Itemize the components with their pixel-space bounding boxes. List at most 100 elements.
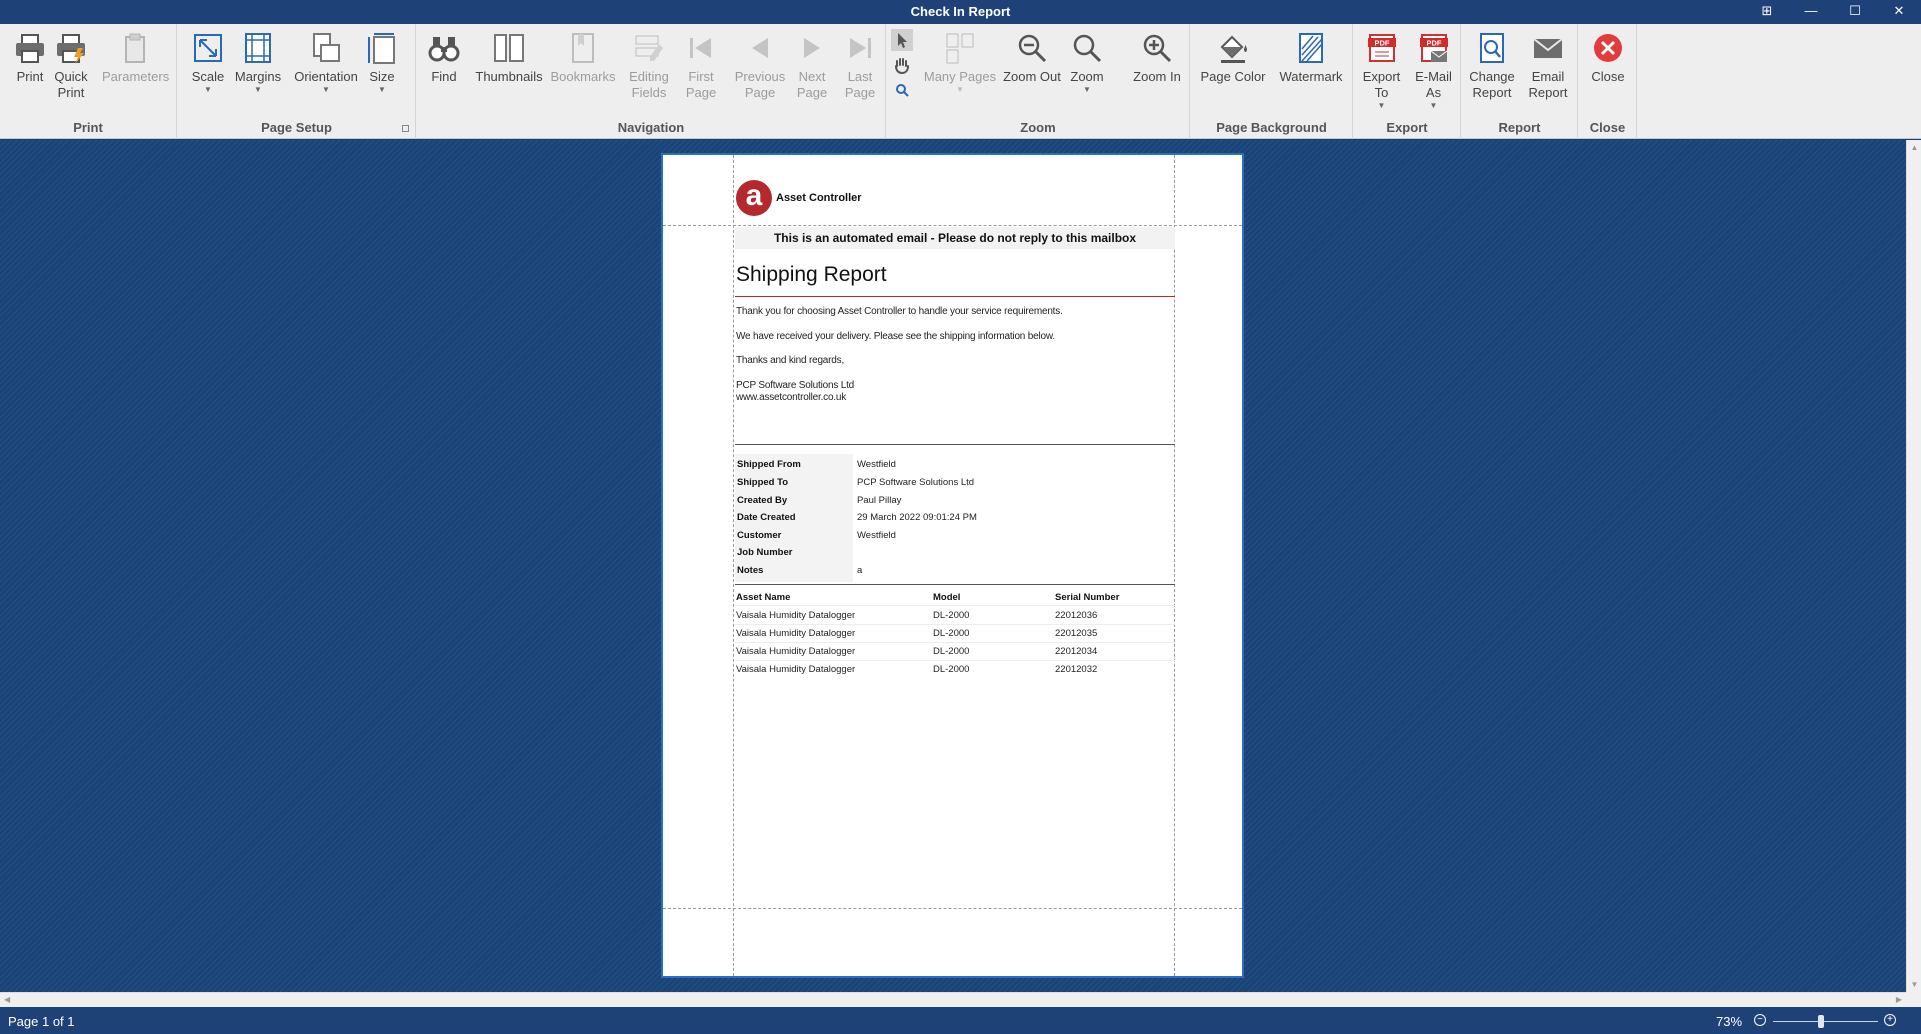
zoom-slider-thumb[interactable] [1818, 1015, 1825, 1028]
intro-paragraph-1: Thank you for choosing Asset Controller … [736, 306, 1063, 317]
ribbon: Print Quick Print Parameters Print Scale… [0, 24, 1921, 139]
page-color-button[interactable]: Page Color [1195, 28, 1271, 114]
thumbnails-label: Thumbnails [475, 69, 543, 84]
next-page-button[interactable]: Next Page [787, 28, 837, 114]
email-as-button[interactable]: PDF E-Mail As ▼ [1406, 28, 1461, 114]
table-cell-serial: 22012036 [1055, 610, 1098, 621]
page-setup-dialog-launcher[interactable] [402, 125, 409, 132]
export-to-button[interactable]: PDF Export To ▼ [1354, 28, 1409, 114]
watermark-button[interactable]: Watermark [1273, 28, 1349, 114]
parameters-button[interactable]: Parameters [102, 28, 169, 114]
editing-fields-button[interactable]: Editing Fields [618, 28, 680, 114]
zoom-button[interactable]: Zoom ▼ [1059, 28, 1115, 114]
row-separator [735, 624, 1175, 625]
zoom-out-icon [1018, 34, 1047, 63]
first-page-button[interactable]: First Page [675, 28, 727, 114]
next-page-label: Next Page [796, 69, 828, 100]
row-separator [735, 642, 1175, 643]
hand-tool-button[interactable] [891, 54, 913, 76]
size-chevron-down-icon: ▼ [378, 85, 386, 94]
previous-page-label: Previous Page [734, 69, 786, 100]
bookmark-icon [572, 33, 594, 63]
vertical-scrollbar[interactable]: ▲ ▼ [1906, 140, 1921, 992]
scroll-up-icon[interactable]: ▲ [1907, 143, 1921, 152]
last-page-label: Last Page [844, 69, 876, 100]
zoom-slider-track[interactable] [1773, 1021, 1878, 1022]
table-cell-asset-name: Vaisala Humidity Datalogger [736, 628, 856, 639]
info-label: Customer [737, 530, 782, 541]
thumbnails-icon [494, 34, 524, 62]
window-close-button[interactable]: ✕ [1877, 0, 1921, 24]
quick-print-button[interactable]: Quick Print [41, 28, 101, 114]
envelope-icon [1533, 38, 1563, 58]
title-divider [735, 296, 1175, 297]
export-group: PDF Export To ▼ PDF E-Mail As ▼ Export [1354, 24, 1461, 139]
email-pdf-badge: PDF [1426, 39, 1441, 48]
table-cell-asset-name: Vaisala Humidity Datalogger [736, 646, 856, 657]
margin-guide-left [733, 155, 734, 976]
bookmarks-button[interactable]: Bookmarks [547, 28, 619, 114]
pdf-email-icon: PDF [1419, 34, 1448, 62]
change-report-button[interactable]: Change Report [1462, 28, 1522, 114]
zoom-slider-minus-icon[interactable]: − [1754, 1014, 1766, 1026]
column-header-serial-number: Serial Number [1055, 592, 1120, 603]
status-bar: Page 1 of 1 73% − + [0, 1007, 1921, 1034]
pointer-tool-button[interactable] [891, 29, 913, 51]
restore-layout-icon[interactable]: ⊞ [1745, 0, 1789, 24]
close-preview-button[interactable]: Close [1579, 28, 1637, 114]
size-button[interactable]: Size ▼ [359, 28, 405, 114]
header-guide [663, 225, 1242, 226]
orientation-icon [313, 33, 340, 62]
export-to-label: Export To [1362, 69, 1401, 100]
first-page-label: First Page [685, 69, 717, 100]
find-button[interactable]: Find [419, 28, 469, 114]
info-label: Date Created [737, 512, 796, 523]
minimize-button[interactable]: — [1789, 0, 1833, 24]
previous-page-icon [752, 38, 768, 58]
navigation-group-label: Navigation [617, 120, 685, 135]
margins-label: Margins [234, 69, 282, 84]
zoom-in-label: Zoom In [1133, 69, 1181, 84]
orientation-label: Orientation [294, 69, 358, 84]
info-label: Created By [737, 495, 788, 506]
thumbnails-button[interactable]: Thumbnails [471, 28, 547, 114]
change-report-label: Change Report [1469, 69, 1515, 100]
scroll-down-icon[interactable]: ▼ [1907, 980, 1921, 989]
previous-page-button[interactable]: Previous Page [728, 28, 792, 114]
find-label: Find [431, 69, 457, 84]
margins-icon [245, 33, 271, 63]
info-label: Job Number [737, 547, 793, 558]
zoom-percentage: 73% [1716, 1014, 1743, 1029]
table-cell-serial: 22012034 [1055, 646, 1098, 657]
email-report-button[interactable]: Email Report [1518, 28, 1578, 114]
logo-text: Asset Controller [776, 192, 862, 204]
info-value: Westfield [857, 530, 896, 541]
cursor-arrow-icon [898, 33, 907, 48]
maximize-button[interactable]: ☐ [1833, 0, 1877, 24]
print-group: Print Quick Print Parameters Print [0, 24, 177, 139]
close-label: Close [1591, 69, 1625, 84]
magnifier-tool-button[interactable] [891, 79, 913, 101]
info-value: Westfield [857, 459, 896, 470]
zoom-slider-plus-icon[interactable]: + [1884, 1014, 1896, 1026]
page-count-status: Page 1 of 1 [8, 1014, 75, 1029]
info-label: Notes [737, 565, 764, 576]
quick-print-icon [57, 34, 85, 64]
zoom-in-button[interactable]: Zoom In [1127, 28, 1187, 114]
automated-email-notice: This is an automated email - Please do n… [735, 227, 1175, 249]
orientation-button[interactable]: Orientation ▼ [291, 28, 361, 114]
page-color-label: Page Color [1200, 69, 1266, 84]
horizontal-scrollbar[interactable]: ◀ ▶ [0, 992, 1906, 1007]
many-pages-button[interactable]: Many Pages ▼ [923, 28, 997, 114]
table-divider [735, 584, 1175, 585]
export-group-label: Export [1386, 120, 1428, 135]
margins-button[interactable]: Margins ▼ [227, 28, 289, 114]
scroll-right-icon[interactable]: ▶ [1896, 995, 1902, 1004]
scroll-left-icon[interactable]: ◀ [4, 995, 10, 1004]
many-pages-chevron-down-icon: ▼ [956, 85, 964, 94]
scrollbar-corner [1906, 992, 1921, 1007]
row-separator [735, 605, 1175, 606]
info-label: Shipped From [737, 459, 801, 470]
zoom-out-button[interactable]: Zoom Out [999, 28, 1065, 114]
last-page-button[interactable]: Last Page [835, 28, 885, 114]
